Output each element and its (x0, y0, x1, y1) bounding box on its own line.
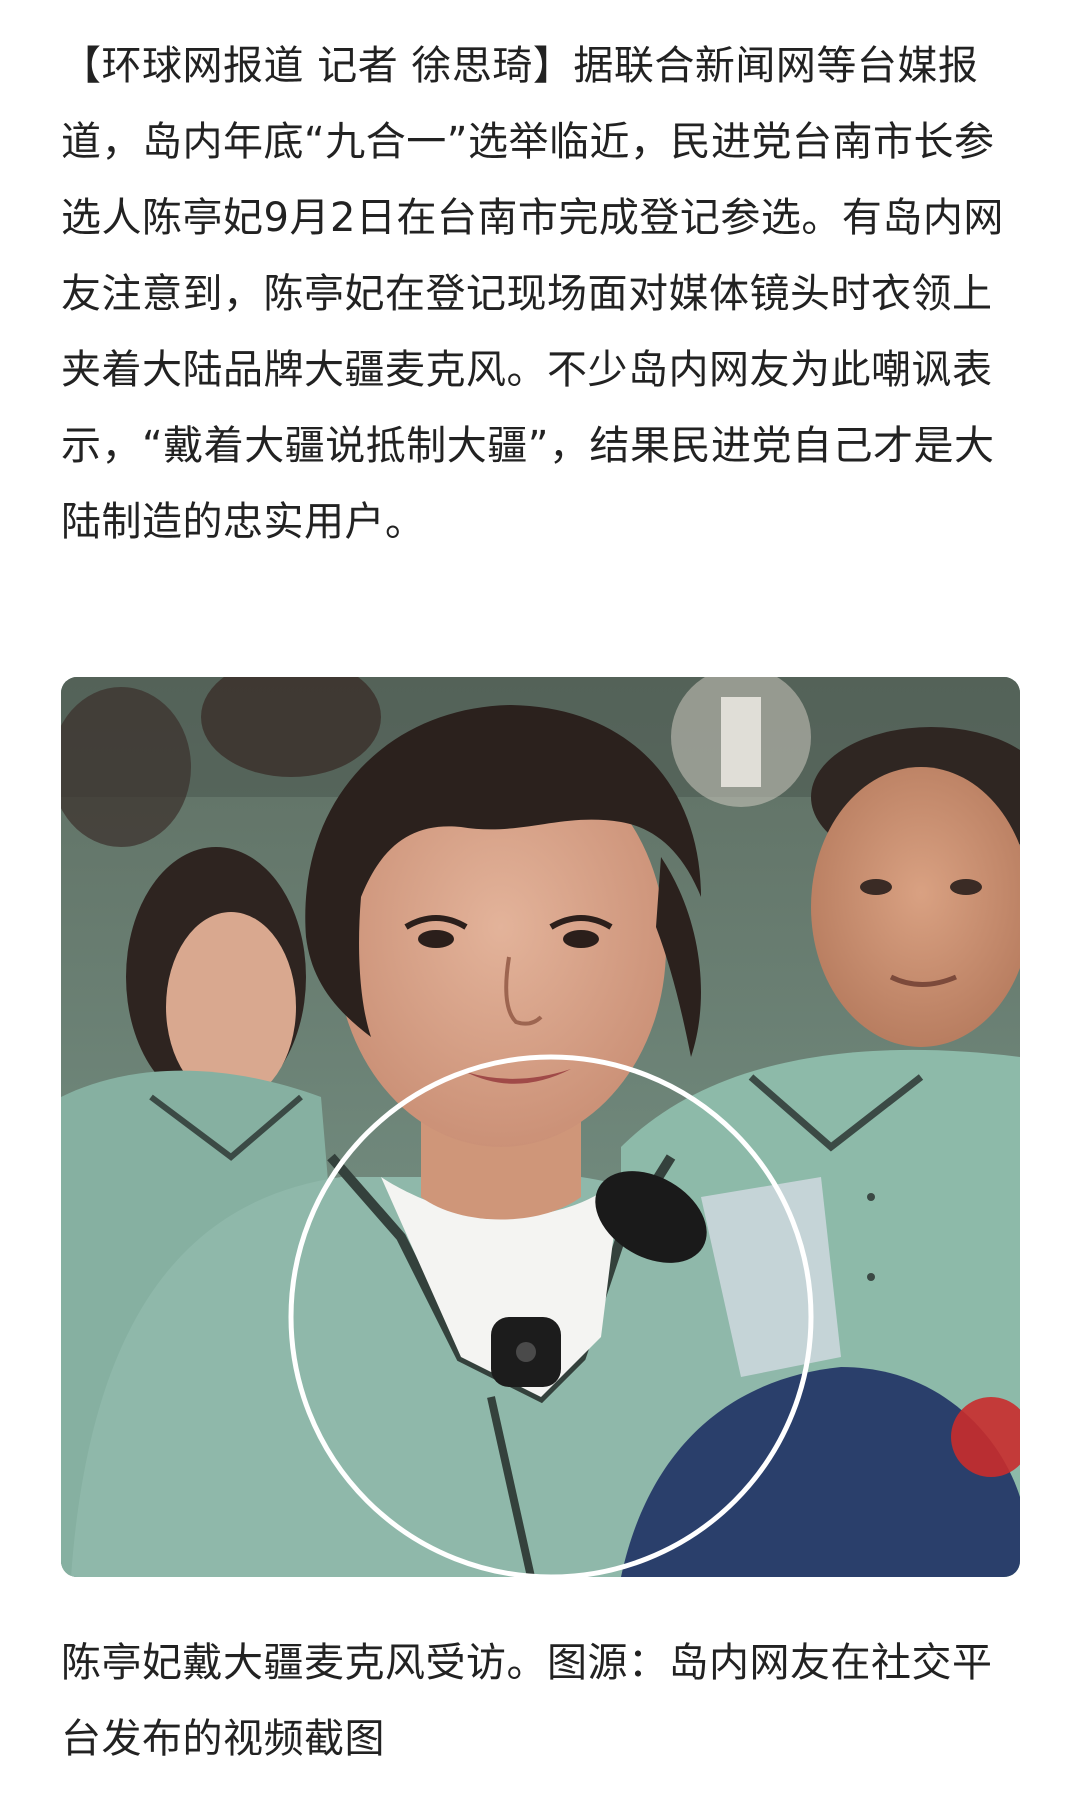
news-photo[interactable] (61, 677, 1020, 1577)
photo-caption: 陈亭妃戴大疆麦克风受访。图源：岛内网友在社交平台发布的视频截图 (61, 1640, 993, 1762)
article-body: 【环球网报道 记者 徐思琦】据联合新闻网等台媒报道，岛内年底“九合一”选举临近，… (61, 28, 1021, 560)
news-photo-illustration (61, 677, 1020, 1577)
article-paragraph: 【环球网报道 记者 徐思琦】据联合新闻网等台媒报道，岛内年底“九合一”选举临近，… (61, 43, 1004, 545)
